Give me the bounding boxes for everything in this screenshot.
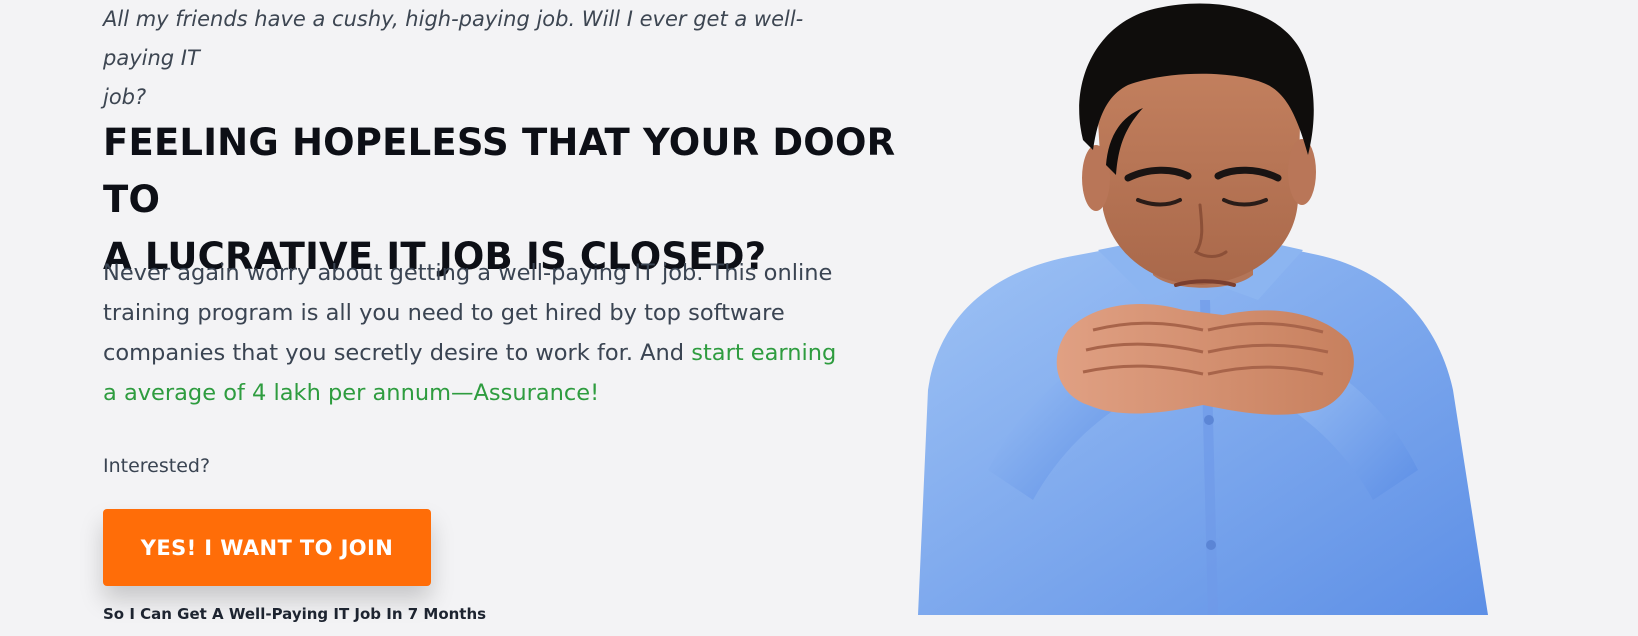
lead-quote-line-1: All my friends have a cushy, high-paying…	[103, 7, 804, 70]
hero-photo	[918, 0, 1488, 615]
lead-quote-line-2: job?	[103, 85, 147, 109]
hero-section: All my friends have a cushy, high-paying…	[0, 0, 1638, 636]
interested-label: Interested?	[103, 455, 211, 477]
cta-subcaption: So I Can Get A Well-Paying IT Job In 7 M…	[103, 605, 487, 623]
join-button[interactable]: YES! I WANT TO JOIN	[103, 509, 431, 586]
hero-body-copy: Never again worry about getting a well-p…	[103, 253, 843, 413]
headline-line-1: FEELING HOPELESS THAT YOUR DOOR TO	[103, 121, 896, 221]
hero-photo-illustration	[918, 3, 1488, 615]
lead-quote: All my friends have a cushy, high-paying…	[103, 0, 843, 117]
